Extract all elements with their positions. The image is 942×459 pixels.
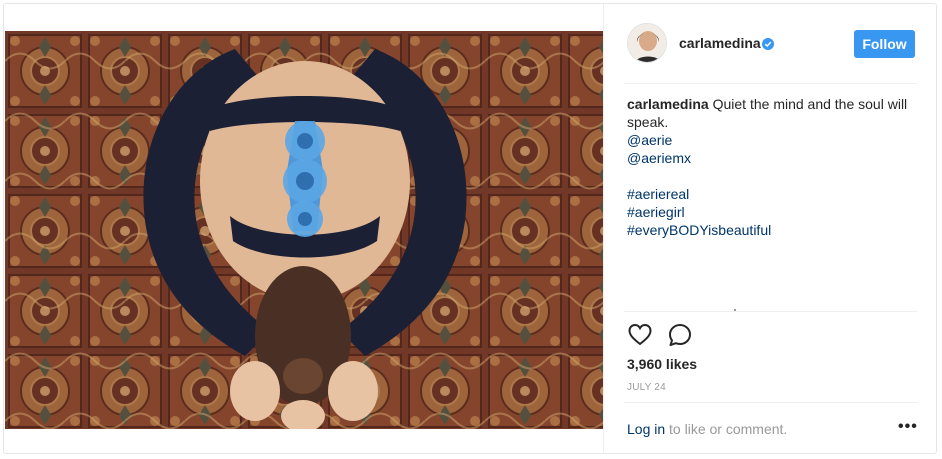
hashtag-link[interactable]: #everyBODYisbeautiful <box>627 221 912 239</box>
avatar[interactable] <box>627 23 667 63</box>
header-divider <box>624 83 917 84</box>
verified-badge-icon <box>762 37 774 50</box>
hashtag-link[interactable]: #aeriegirl <box>627 203 912 221</box>
likes-count[interactable]: 3,960 likes <box>627 356 697 372</box>
post-header: carlamedina Follow <box>604 4 937 83</box>
comment-bubble-icon[interactable] <box>667 322 693 348</box>
hashtag-link[interactable]: #aeriereal <box>627 185 912 203</box>
caption: carlamedina Quiet the mind and the soul … <box>627 95 912 239</box>
comment-prompt: Log in to like or comment. <box>627 421 787 437</box>
comment-divider <box>624 402 917 403</box>
post-photo-art <box>5 31 603 429</box>
mention-link[interactable]: @aeriemx <box>627 149 912 167</box>
follow-button[interactable]: Follow <box>854 30 915 58</box>
login-link[interactable]: Log in <box>627 421 665 437</box>
instagram-post: carlamedina Follow carlamedina Quiet the… <box>3 3 937 454</box>
post-date[interactable]: JULY 24 <box>627 382 666 393</box>
heart-icon[interactable] <box>627 322 653 348</box>
avatar-image <box>628 24 666 62</box>
comment-prompt-text: to like or comment. <box>665 421 788 437</box>
actions-divider <box>624 311 917 312</box>
caption-username[interactable]: carlamedina <box>627 96 709 112</box>
post-photo[interactable] <box>5 31 603 429</box>
header-username[interactable]: carlamedina <box>679 35 761 51</box>
mention-link[interactable]: @aerie <box>627 131 912 149</box>
caption-first-line: carlamedina Quiet the mind and the soul … <box>627 95 912 131</box>
post-sidebar: carlamedina Follow carlamedina Quiet the… <box>603 4 937 453</box>
ellipsis-icon[interactable]: ••• <box>898 418 918 436</box>
